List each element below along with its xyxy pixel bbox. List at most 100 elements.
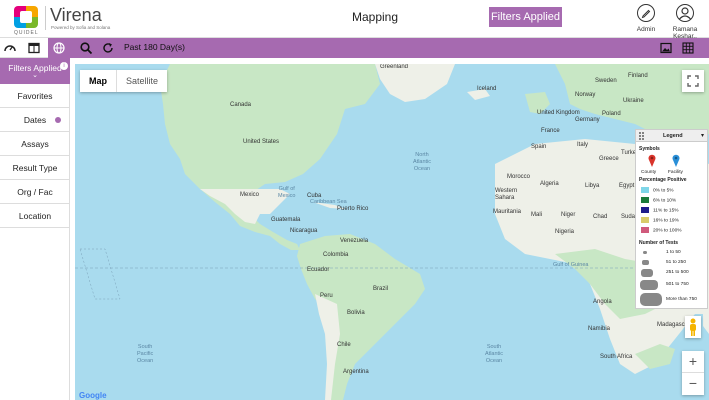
- toolbar: Past 180 Day(s): [0, 38, 709, 58]
- label-north-atlantic: North Atlantic Ocean: [413, 152, 432, 172]
- refresh-icon[interactable]: [101, 41, 115, 55]
- legend-pct-label: 0% to 5%: [653, 188, 674, 194]
- page-title: Mapping: [351, 10, 399, 24]
- label-puerto-rico: Puerto Rico: [337, 206, 369, 212]
- label-gulf-of-guinea: Gulf of Guinea: [553, 262, 589, 268]
- map-legend: Legend ▾ Symbols County Facility Percent…: [635, 129, 708, 309]
- caret-down-icon[interactable]: ▾: [701, 132, 704, 139]
- dashboard-icon[interactable]: [3, 41, 17, 55]
- user-icon: [676, 4, 694, 22]
- label-norway: Norway: [575, 92, 596, 98]
- sidebar-item-favorites[interactable]: Favorites: [0, 84, 70, 108]
- sidebar-item-dates[interactable]: Dates: [0, 108, 70, 132]
- label-spain: Spain: [531, 144, 547, 150]
- filters-applied-button[interactable]: Filters Applied: [489, 7, 562, 27]
- admin-label: Admin: [636, 26, 656, 33]
- swatch-16-19: [641, 217, 649, 223]
- label-angola: Angola: [593, 299, 612, 305]
- map-type-map-button[interactable]: Map: [80, 70, 116, 92]
- zoom-out-button[interactable]: −: [682, 373, 704, 395]
- label-bolivia: Bolivia: [347, 310, 365, 316]
- sidebar-item-org-fac[interactable]: Org / Fac: [0, 180, 70, 204]
- chevron-down-icon: ⌄: [32, 72, 38, 79]
- fullscreen-button[interactable]: [682, 70, 704, 92]
- label-morocco: Morocco: [507, 174, 531, 180]
- filters-applied-header[interactable]: Filters Applied i ⌄: [0, 58, 70, 84]
- image-export-icon[interactable]: [659, 41, 673, 55]
- google-logo: Google: [79, 391, 107, 400]
- legend-pct-label: 11% to 15%: [653, 208, 679, 214]
- size-marker-l: [640, 280, 658, 290]
- legend-pct-row: 11% to 15%: [641, 207, 679, 213]
- label-namibia: Namibia: [588, 326, 611, 332]
- size-marker-xs: [643, 251, 647, 254]
- label-sweden: Sweden: [595, 78, 617, 84]
- facility-pin-icon: [672, 154, 680, 167]
- label-iceland: Iceland: [477, 86, 497, 92]
- brand-name: Virena: [50, 5, 102, 25]
- size-marker-s: [642, 260, 649, 265]
- active-filter-dot: [55, 117, 61, 123]
- date-range-label: Past 180 Day(s): [124, 42, 185, 52]
- label-finland: Finland: [628, 73, 648, 79]
- grid-icon[interactable]: [681, 41, 695, 55]
- pencil-icon: [637, 4, 655, 22]
- label-egypt: Egypt: [619, 183, 635, 189]
- legend-header[interactable]: Legend ▾: [636, 130, 707, 142]
- legend-count-label: 1 to 50: [666, 250, 681, 255]
- legend-pct-row: 20% to 100%: [641, 227, 682, 233]
- drag-handle-icon[interactable]: [638, 131, 646, 141]
- map-type-satellite-button[interactable]: Satellite: [116, 70, 167, 92]
- search-icon[interactable]: [79, 41, 93, 55]
- swatch-0-5: [641, 187, 649, 193]
- label-caribbean-sea: Caribbean Sea: [310, 199, 347, 205]
- quidel-logo: [14, 6, 38, 28]
- info-icon[interactable]: i: [60, 62, 68, 70]
- label-algeria: Algeria: [540, 181, 559, 187]
- swatch-11-15: [641, 207, 649, 213]
- label-france: France: [541, 128, 560, 134]
- label-niger: Niger: [561, 212, 576, 218]
- county-pin-icon: [648, 154, 656, 167]
- user-menu[interactable]: Ramana Keshar..: [662, 4, 708, 40]
- size-marker-m: [641, 269, 653, 277]
- legend-count-label: More than 750: [666, 297, 697, 302]
- label-colombia: Colombia: [323, 252, 349, 258]
- label-poland: Poland: [602, 111, 621, 117]
- brand-subtitle: Powered by Sofia and Solana: [51, 25, 111, 30]
- label-peru: Peru: [320, 293, 333, 299]
- table-icon[interactable]: [27, 41, 41, 55]
- app-header: QUIDEL Virena Powered by Sofia and Solan…: [0, 0, 709, 40]
- legend-pct-row: 0% to 5%: [641, 187, 674, 193]
- admin-button[interactable]: Admin: [633, 4, 659, 33]
- label-united-kingdom: United Kingdom: [537, 110, 580, 116]
- map-canvas[interactable]: Greenland Iceland Canada United States M…: [75, 64, 709, 400]
- label-chad: Chad: [593, 214, 608, 220]
- sidebar-item-location[interactable]: Location: [0, 204, 70, 228]
- legend-pct-label: 16% to 19%: [653, 218, 679, 224]
- legend-symbols-head: Symbols: [639, 146, 660, 152]
- legend-count-label: 51 to 250: [666, 260, 687, 265]
- pegman-icon: [690, 318, 696, 336]
- label-south-pacific: South Pacific Ocean: [137, 344, 154, 364]
- sidebar-item-result-type[interactable]: Result Type: [0, 156, 70, 180]
- globe-tab[interactable]: [48, 38, 70, 58]
- legend-pct-row: 6% to 10%: [641, 197, 676, 203]
- swatch-6-10: [641, 197, 649, 203]
- legend-title: Legend: [663, 133, 683, 139]
- zoom-in-button[interactable]: +: [682, 351, 704, 373]
- sidebar-item-assays[interactable]: Assays: [0, 132, 70, 156]
- quidel-logo-text: QUIDEL: [14, 30, 39, 36]
- globe-icon: [53, 42, 65, 54]
- label-ukraine: Ukraine: [623, 98, 644, 104]
- label-greenland: Greenland: [380, 64, 409, 70]
- legend-pct-head: Percentage Positive: [639, 177, 687, 183]
- label-greece: Greece: [599, 156, 619, 162]
- legend-pct-row: 16% to 19%: [641, 217, 679, 223]
- label-nicaragua: Nicaragua: [290, 228, 318, 234]
- street-view-pegman[interactable]: [685, 316, 701, 338]
- fullscreen-icon: [687, 75, 699, 87]
- label-libya: Libya: [585, 183, 600, 189]
- label-united-states: United States: [243, 139, 280, 145]
- label-argentina: Argentina: [343, 369, 369, 375]
